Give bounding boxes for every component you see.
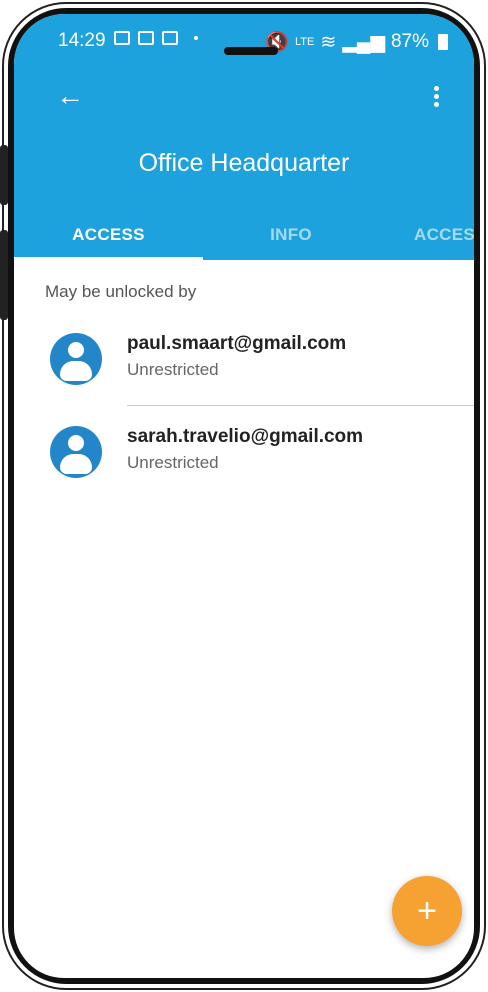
back-button[interactable]: ← (50, 76, 90, 116)
list-divider (127, 405, 474, 406)
tab-info[interactable]: INFO (203, 210, 379, 260)
signal-icon: ▂▄▆ (342, 31, 385, 53)
phone-volume-button (0, 145, 8, 205)
user-email: paul.smaart@gmail.com (127, 333, 347, 354)
user-email: sarah.travelio@gmail.com (127, 426, 364, 447)
status-time: 14:29 (58, 30, 106, 51)
arrow-left-icon: ← (56, 80, 84, 111)
active-tab-indicator (14, 257, 203, 260)
add-user-button[interactable]: + (392, 876, 462, 946)
avatar-icon (50, 333, 102, 385)
lte-indicator: LTE (295, 36, 315, 48)
app-screen: 14:29 🔇 LTE ≋ ▂▄▆ 87% ← Office Headquart… (14, 14, 474, 978)
page-title: Office Headquarter (138, 149, 350, 177)
tab-bar: ACCESS INFO ACCESS (14, 210, 474, 260)
battery-icon (438, 34, 448, 50)
more-vert-icon (433, 85, 439, 91)
mail-icon (162, 31, 178, 45)
user-access-status: Unrestricted (127, 360, 219, 379)
avatar-icon (50, 426, 102, 478)
wifi-icon: ≋ (320, 31, 337, 53)
status-indicators: 🔇 LTE ≋ ▂▄▆ 87% (265, 30, 448, 54)
user-list-item[interactable]: paul.smaart@gmail.com Unrestricted (14, 333, 474, 413)
battery-percent: 87% (390, 31, 429, 52)
mail-icon (138, 31, 154, 45)
section-label: May be unlocked by (45, 282, 197, 301)
plus-icon: + (417, 891, 437, 930)
more-options-button[interactable] (416, 76, 456, 116)
tab-access[interactable]: ACCESS (14, 210, 203, 260)
more-notifications-icon (194, 36, 198, 40)
notification-icons (114, 31, 198, 45)
gallery-icon (114, 31, 130, 45)
user-list-item[interactable]: sarah.travelio@gmail.com Unrestricted (14, 426, 474, 506)
tab-access-logs[interactable]: ACCESS (414, 210, 474, 260)
user-access-status: Unrestricted (127, 453, 219, 472)
phone-side-button (0, 230, 8, 320)
camera-notch (224, 47, 278, 55)
